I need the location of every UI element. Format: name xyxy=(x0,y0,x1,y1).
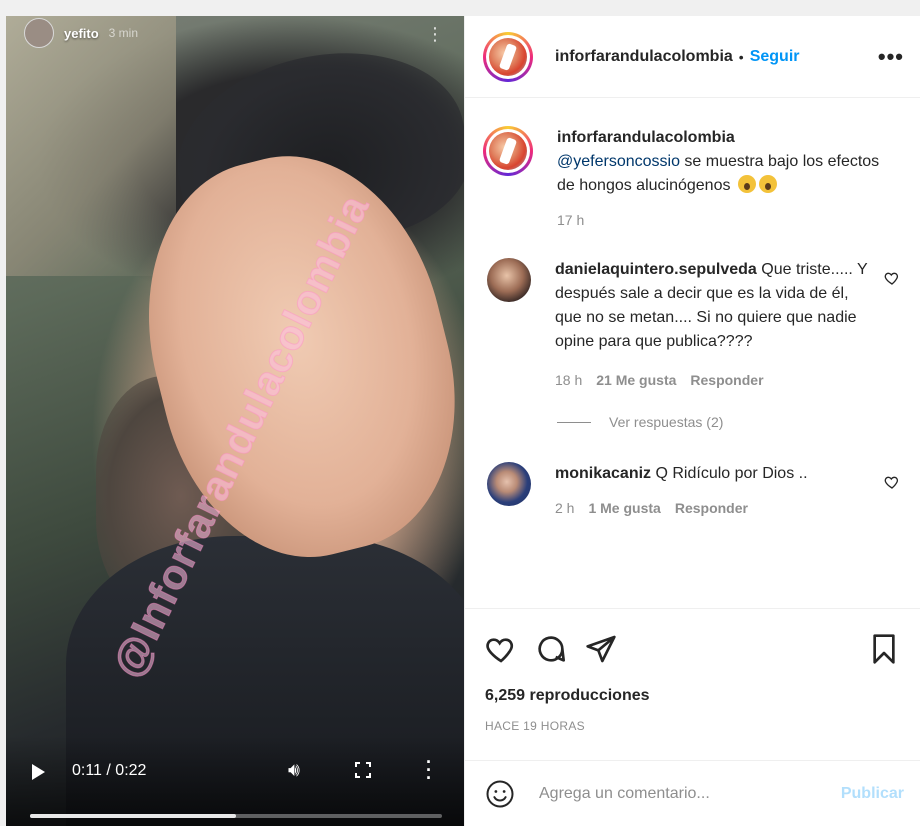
header-separator: • xyxy=(738,48,744,65)
story-username: yefito xyxy=(64,25,99,41)
comment-item: danielaquintero.sepulveda Que triste....… xyxy=(465,258,920,388)
profile-avatar[interactable] xyxy=(483,31,533,82)
bookmark-icon[interactable] xyxy=(868,633,900,665)
comment-username[interactable]: monikacaniz xyxy=(555,465,651,482)
add-comment-bar: Publicar xyxy=(465,760,920,826)
more-options-icon[interactable]: ••• xyxy=(878,44,904,70)
more-vertical-icon[interactable]: · · · xyxy=(426,753,432,787)
caption-avatar[interactable] xyxy=(483,126,533,176)
story-avatar xyxy=(24,18,54,48)
story-more-icon: ⋮ xyxy=(426,24,444,44)
instagram-post: @Inforfarandulacolombia yefito 3 min ⋮ 0… xyxy=(6,16,920,826)
fullscreen-icon[interactable] xyxy=(355,762,371,778)
view-replies-label[interactable]: Ver respuestas (2) xyxy=(609,414,723,430)
play-icon[interactable] xyxy=(32,764,45,780)
header-username[interactable]: inforfarandulacolombia xyxy=(555,48,733,66)
smiley-icon[interactable] xyxy=(485,779,515,809)
scream-emoji-icon xyxy=(758,175,777,193)
story-overlay-user: yefito 3 min xyxy=(24,18,138,48)
comment-avatar[interactable] xyxy=(487,258,531,302)
caption-mention[interactable]: @yefersoncossio xyxy=(557,153,680,170)
comment-likes[interactable]: 21 Me gusta xyxy=(596,372,676,388)
comment-item: monikacaniz Q Ridículo por Dios .. 2 h 1… xyxy=(465,462,920,516)
action-bar xyxy=(465,609,920,669)
post-comment-button[interactable]: Publicar xyxy=(841,785,904,803)
reply-button[interactable]: Responder xyxy=(675,500,748,516)
heart-icon[interactable] xyxy=(485,633,517,665)
like-comment-heart-icon[interactable] xyxy=(884,270,900,286)
video-progress-fill xyxy=(30,814,236,818)
comment-text: Q Ridículo por Dios .. xyxy=(651,465,808,482)
scream-emoji-icon xyxy=(737,175,756,193)
reply-button[interactable]: Responder xyxy=(690,372,763,388)
share-icon[interactable] xyxy=(585,633,617,665)
comment-likes[interactable]: 1 Me gusta xyxy=(588,500,660,516)
view-count[interactable]: 6,259 reproducciones xyxy=(465,669,920,705)
caption-username[interactable]: inforfarandulacolombia xyxy=(557,126,897,150)
post-side-panel: inforfarandulacolombia • Seguir ••• info… xyxy=(464,16,920,826)
story-time: 3 min xyxy=(108,26,139,40)
comment-icon[interactable] xyxy=(535,633,567,665)
comment-time[interactable]: 18 h xyxy=(555,372,582,388)
volume-icon[interactable]: 🔊︎ xyxy=(288,760,300,782)
comment-username[interactable]: danielaquintero.sepulveda xyxy=(555,261,757,278)
post-caption: inforfarandulacolombia @yefersoncossio s… xyxy=(465,98,920,258)
post-actions-section: 6,259 reproducciones HACE 19 HORAS xyxy=(465,608,920,733)
video-controls: 0:11 / 0:22 🔊︎ · · · xyxy=(6,736,464,826)
video-time: 0:11 / 0:22 xyxy=(72,762,147,779)
post-age: HACE 19 HORAS xyxy=(485,719,585,733)
video-progress-bar[interactable] xyxy=(30,814,442,818)
video-player[interactable]: @Inforfarandulacolombia yefito 3 min ⋮ 0… xyxy=(6,16,464,826)
like-comment-heart-icon[interactable] xyxy=(884,474,900,490)
comment-input[interactable] xyxy=(539,784,809,803)
post-header: inforfarandulacolombia • Seguir ••• xyxy=(465,16,920,98)
comment-avatar[interactable] xyxy=(487,462,531,506)
follow-button[interactable]: Seguir xyxy=(750,48,800,66)
comment-time[interactable]: 2 h xyxy=(555,500,574,516)
view-replies-button[interactable]: Ver respuestas (2) xyxy=(557,414,920,430)
caption-time: 17 h xyxy=(557,212,585,228)
